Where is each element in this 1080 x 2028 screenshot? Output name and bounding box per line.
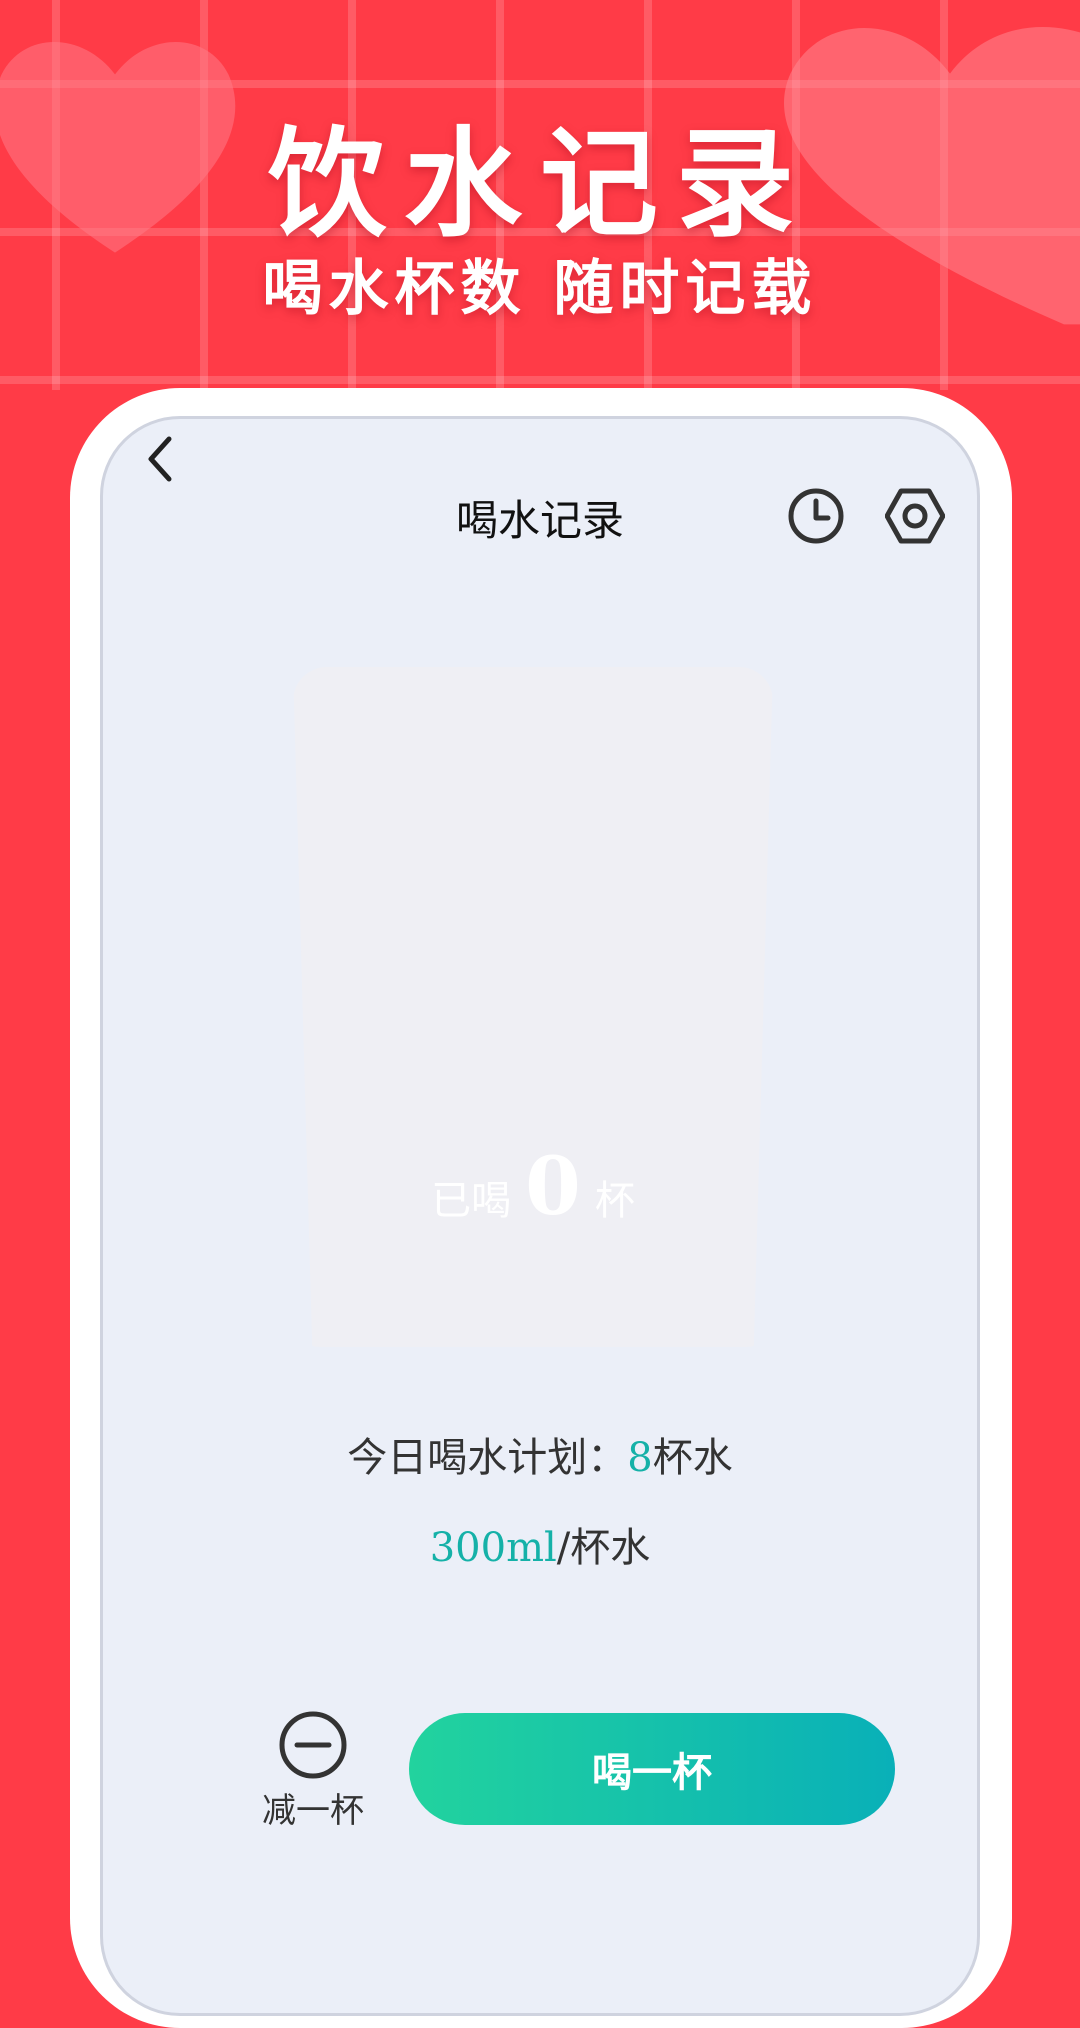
banner-subtitle: 喝水杯数 随时记载 bbox=[262, 254, 818, 324]
plan-cups-unit: 杯水 bbox=[652, 1435, 733, 1481]
cup-volume-unit: /杯水 bbox=[556, 1525, 651, 1571]
drink-one-button[interactable]: 喝一杯 bbox=[409, 1713, 895, 1825]
plan-label: 今日喝水计划： bbox=[347, 1435, 628, 1481]
daily-plan: 今日喝水计划：8杯水 bbox=[103, 1425, 977, 1483]
banner-title: 饮水记录 bbox=[267, 115, 812, 253]
clock-icon[interactable] bbox=[787, 487, 845, 545]
page-title: 喝水记录 bbox=[455, 496, 624, 545]
gear-icon[interactable] bbox=[885, 487, 945, 545]
volume-per-cup: 300ml/杯水 bbox=[103, 1515, 977, 1573]
minus-one-button-label[interactable]: 减一杯 bbox=[233, 1783, 393, 1832]
water-cup-graphic bbox=[293, 667, 773, 1347]
drank-count: 0 bbox=[525, 1139, 581, 1233]
plan-cups: 8 bbox=[627, 1435, 653, 1481]
cup-volume: 300ml bbox=[429, 1525, 557, 1571]
chevron-left-icon[interactable] bbox=[141, 429, 181, 489]
minus-circle-icon[interactable] bbox=[279, 1711, 347, 1779]
drank-prefix: 已喝 bbox=[431, 1178, 512, 1224]
phone-screen: 喝水记录 已喝 0 杯 今日喝水计划：8杯水 300ml/杯水 减一杯 喝一杯 bbox=[100, 416, 980, 2016]
drank-count-display: 已喝 0 杯 bbox=[293, 1139, 773, 1233]
drank-unit: 杯 bbox=[594, 1178, 635, 1224]
